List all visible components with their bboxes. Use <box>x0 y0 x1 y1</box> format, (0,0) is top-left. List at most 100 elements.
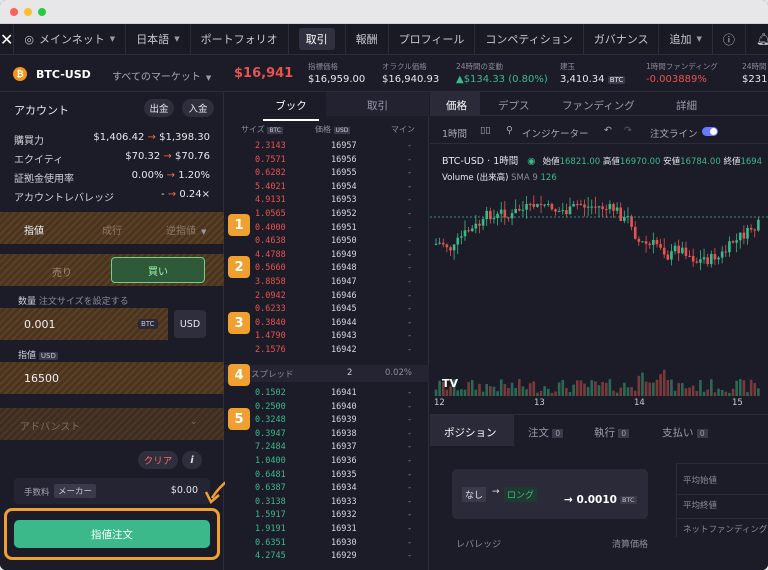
tab-market[interactable]: 成行 <box>102 222 122 237</box>
bid-row[interactable]: 1.9191 16931 - <box>225 524 429 537</box>
candle-body <box>666 254 670 260</box>
tab-orders[interactable]: 注文 0 <box>528 425 564 440</box>
ask-row[interactable]: 5.4021 16954 - <box>225 182 429 195</box>
deposit-button[interactable]: 入金 <box>182 99 214 117</box>
ask-row[interactable]: 0.6233 16945 - <box>225 304 429 317</box>
tab-funding[interactable]: ファンディング <box>562 98 635 113</box>
tab-stop[interactable]: 逆指値 ▼ <box>166 222 206 237</box>
nav-trade[interactable]: 取引 <box>287 23 345 55</box>
nav-competition[interactable]: コンペティション <box>474 23 582 55</box>
indicators-button[interactable]: インジケーター <box>522 126 589 140</box>
withdraw-button[interactable]: 出金 <box>144 99 174 117</box>
buy-button[interactable]: 買い <box>111 257 205 283</box>
nav-more-label: 追加 <box>669 33 692 46</box>
minimize-window-icon[interactable] <box>24 8 32 16</box>
tab-limit[interactable]: 指値 <box>24 222 44 237</box>
bid-row[interactable]: 0.3248 16939 - <box>225 415 429 428</box>
volume-bar <box>583 383 586 396</box>
size-input[interactable]: 0.001 BTC <box>0 308 168 340</box>
bid-row[interactable]: 1.5917 16932 - <box>225 510 429 523</box>
clear-button[interactable]: クリア <box>138 451 178 469</box>
tab-price[interactable]: 価格 <box>446 98 467 113</box>
undo-icon[interactable]: ↶ <box>604 125 612 136</box>
app-logo-icon[interactable]: ✕ <box>0 24 13 55</box>
bid-row[interactable]: 0.6351 16930 - <box>225 538 429 551</box>
col-size-header: サイズ BTC <box>241 124 283 135</box>
markets-selector[interactable]: すべてのマーケット ▼ <box>112 68 211 83</box>
bell-icon[interactable]: 🔔︎ <box>744 23 768 55</box>
tab-payments[interactable]: 支払い 0 <box>662 425 708 440</box>
ask-row[interactable]: 3.8858 16947 - <box>225 277 429 290</box>
market-pair[interactable]: BTC-USD <box>36 68 91 81</box>
volume-bar <box>749 379 753 396</box>
advanced-section[interactable]: アドバンスト ⌄ <box>0 408 224 440</box>
tab-trades[interactable]: 取引 <box>367 98 388 113</box>
candle-body <box>550 204 554 210</box>
candle-body <box>753 229 757 231</box>
ask-row[interactable]: 2.0942 16946 - <box>225 291 429 304</box>
ask-row[interactable]: 0.3840 16944 - <box>225 318 429 331</box>
ask-row[interactable]: 4.9131 16953 - <box>225 195 429 208</box>
candle-body <box>633 226 637 239</box>
candle-body <box>702 257 706 260</box>
place-limit-order-button[interactable]: 指値注文 <box>14 520 210 548</box>
interval-selector[interactable]: 1時間 <box>442 126 467 140</box>
candle-body <box>528 204 532 205</box>
ask-row[interactable]: 1.4790 16943 - <box>225 331 429 344</box>
nav-rewards[interactable]: 報酬 <box>344 23 388 55</box>
volume-bar <box>702 391 706 396</box>
ask-price: 16953 <box>331 195 357 206</box>
candle-body <box>652 239 655 245</box>
nav-portfolio[interactable]: ポートフォリオ <box>189 23 288 55</box>
close-window-icon[interactable] <box>10 8 18 16</box>
ask-row[interactable]: 0.4638 16950 - <box>225 236 429 249</box>
help-icon[interactable]: ⓘ <box>711 23 745 55</box>
volume-bar <box>586 387 590 396</box>
bid-row[interactable]: 0.6481 16935 - <box>225 470 429 483</box>
ask-row[interactable]: 4.4788 16949 - <box>225 250 429 263</box>
volume-bar <box>546 388 550 396</box>
tab-depth[interactable]: デプス <box>498 98 530 113</box>
ask-row[interactable]: 2.3143 16957 - <box>225 141 429 154</box>
ask-row[interactable]: 0.6282 16955 - <box>225 168 429 181</box>
maximize-window-icon[interactable] <box>38 8 46 16</box>
order-lines-toggle[interactable] <box>702 127 718 136</box>
candle-body <box>474 223 478 229</box>
bid-row[interactable]: 0.1502 16941 - <box>225 388 429 401</box>
sell-button[interactable]: 売り <box>52 264 72 279</box>
info-icon[interactable]: i <box>182 451 202 469</box>
candle-body <box>434 243 438 245</box>
bid-row[interactable]: 0.6387 16934 - <box>225 483 429 496</box>
sma-value: 126 <box>540 173 557 183</box>
candle-type-icon[interactable]: ▯▯ <box>480 125 490 136</box>
language-selector[interactable]: 日本語 ▼ <box>125 23 189 55</box>
ask-row[interactable]: 1.0565 16952 - <box>225 209 429 222</box>
nav-profile[interactable]: プロフィール <box>387 23 475 55</box>
ask-row[interactable]: 0.5660 16948 - <box>225 263 429 276</box>
bid-row[interactable]: 0.3947 16938 - <box>225 429 429 442</box>
usd-toggle-button[interactable]: USD <box>174 310 206 338</box>
ask-size: 2.3143 <box>255 141 286 151</box>
bid-row[interactable]: 1.0400 16936 - <box>225 456 429 469</box>
tab-positions[interactable]: ポジション <box>444 425 497 440</box>
bid-price: 16940 <box>331 401 357 412</box>
network-selector[interactable]: ◎ メインネット ▼ <box>13 23 125 55</box>
redo-icon[interactable]: ↷ <box>624 125 632 136</box>
bid-row[interactable]: 7.2484 16937 - <box>225 442 429 455</box>
nav-more[interactable]: 追加 ▼ <box>658 23 711 55</box>
position-to: ロング <box>504 487 538 502</box>
candlestick-chart[interactable] <box>430 184 768 396</box>
tab-details[interactable]: 詳細 <box>676 98 697 113</box>
volume-bar <box>612 390 615 396</box>
ask-row[interactable]: 0.7571 16956 - <box>225 155 429 168</box>
limit-price-input[interactable]: 16500 <box>0 362 224 394</box>
nav-governance[interactable]: ガバナンス <box>582 23 659 55</box>
bid-row[interactable]: 4.2745 16929 - <box>225 551 429 564</box>
bid-row[interactable]: 0.3138 16933 - <box>225 497 429 510</box>
tab-book[interactable]: ブック <box>263 98 319 121</box>
ask-row[interactable]: 2.1576 16942 - <box>225 345 429 358</box>
ask-row[interactable]: 0.4000 16951 - <box>225 223 429 236</box>
tab-fills[interactable]: 執行 0 <box>594 425 630 440</box>
bid-row[interactable]: 0.2500 16940 - <box>225 402 429 415</box>
candle-body <box>510 213 514 219</box>
